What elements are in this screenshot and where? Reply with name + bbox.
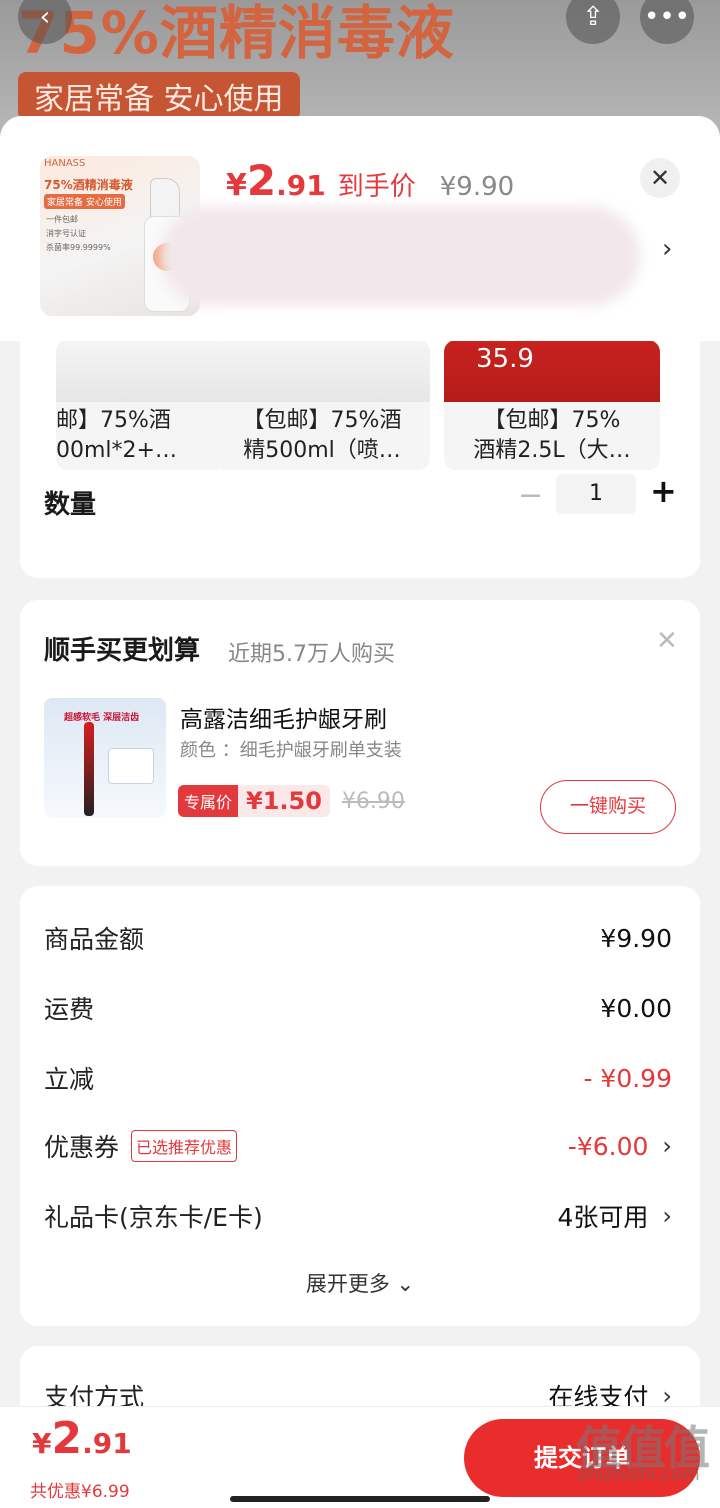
variant-option[interactable]: 【包邮】75%酒 精500ml（喷… [214, 340, 430, 470]
total-decimal: .91 [82, 1427, 132, 1460]
chevron-right-icon: › [662, 1202, 672, 1230]
redacted-address [160, 206, 640, 306]
summary-value: ¥9.90 [600, 923, 672, 953]
toothbrush-image[interactable]: 超感软毛 深层洁齿 [44, 698, 166, 818]
variant-label: 邮】75%酒 00ml*2+… [56, 408, 177, 463]
addon-title: 顺手买更划算 [44, 636, 201, 666]
variant-label: 【包邮】75% 酒精2.5L（大… [473, 408, 631, 463]
summary-label: 礼品卡(京东卡/E卡) [44, 1203, 263, 1232]
summary-value: -¥6.00 [567, 1131, 649, 1161]
summary-row-discount: 立减 - ¥0.99 [44, 1058, 672, 1098]
summary-row-giftcard[interactable]: 礼品卡(京东卡/E卡) 4张可用 › [44, 1196, 672, 1236]
more-icon[interactable]: ••• [640, 0, 694, 44]
price-integer: 2 [246, 156, 277, 205]
banner-title: 75%酒精消毒液 [18, 0, 455, 67]
thumb-title: 75%酒精消毒液 [44, 178, 133, 192]
thumb-bullet: 一件包邮 [46, 215, 78, 224]
summary-label: 运费 [44, 995, 95, 1024]
variant-image: 35.9 [444, 340, 660, 402]
variant-image [56, 340, 226, 402]
chevron-right-icon[interactable]: › [662, 234, 672, 264]
addon-price-row: 专属价 ¥1.50 ¥6.90 [178, 785, 405, 817]
exclusive-badge: 专属价 [178, 785, 239, 817]
thumb-brand: HANASS [44, 158, 86, 169]
quantity-input[interactable]: 1 [556, 474, 636, 514]
addon-card: 顺手买更划算 近期5.7万人购买 ✕ 超感软毛 深层洁齿 高露洁细毛护龈牙刷 颜… [20, 600, 700, 866]
thumb-chip: 家居常备 安心使用 [44, 194, 125, 209]
quantity-increase-button[interactable]: + [650, 472, 677, 510]
summary-value: - ¥0.99 [583, 1063, 672, 1093]
original-price: ¥9.90 [439, 172, 515, 202]
toothbrush-image-text: 超感软毛 深层洁齿 [64, 713, 140, 723]
variant-image [214, 340, 430, 402]
summary-row-shipping: 运费 ¥0.00 [44, 988, 672, 1028]
home-indicator[interactable] [230, 1496, 490, 1502]
summary-row-coupon[interactable]: 优惠券 已选推荐优惠 -¥6.00 › [44, 1126, 672, 1166]
watermark-url: zhizhizhi.com [578, 1464, 700, 1485]
thumb-bullet: 消字号认证 [46, 229, 86, 238]
addon-original-price: ¥6.90 [341, 788, 405, 814]
quantity-label: 数量 [44, 490, 97, 520]
summary-label: 立减 [44, 1065, 95, 1094]
price-row: ¥ 2 .91 到手价 ¥9.90 [226, 156, 514, 205]
banner-subtitle: 家居常备 安心使用 [18, 72, 300, 120]
variant-option[interactable]: 邮】75%酒 00ml*2+… [56, 340, 226, 470]
chevron-right-icon: › [662, 1132, 672, 1160]
variant-image-price: 35.9 [476, 344, 534, 374]
variant-option[interactable]: 35.9 【包邮】75% 酒精2.5L（大… [444, 340, 660, 470]
spray-nozzle [150, 178, 180, 218]
summary-value: 4张可用 [557, 1203, 649, 1232]
summary-row-goods: 商品金额 ¥9.90 [44, 918, 672, 958]
brush-pack-shape [108, 748, 154, 784]
total-price: ¥ 2 .91 [32, 1413, 132, 1464]
price-currency: ¥ [226, 168, 247, 203]
total-integer: 2 [51, 1413, 83, 1464]
total-savings: 共优惠¥6.99 [30, 1482, 130, 1502]
summary-label: 优惠券 [44, 1133, 120, 1162]
share-icon[interactable]: ⇪ [566, 0, 620, 44]
quantity-decrease-button[interactable]: − [518, 478, 543, 513]
addon-product-name[interactable]: 高露洁细毛护龈牙刷 [180, 700, 387, 734]
sheet-header: HANASS 75%酒精消毒液 家居常备 安心使用 一件包邮 消字号认证 杀菌率… [0, 116, 720, 341]
toothbrush-shape [84, 722, 94, 816]
one-click-buy-button[interactable]: 一键购买 [540, 780, 676, 834]
addon-product-color: 颜色 ：细毛护龈牙刷单支装 [180, 740, 402, 761]
variant-label: 【包邮】75%酒 精500ml（喷… [242, 408, 402, 463]
addon-price: ¥1.50 [238, 785, 330, 817]
thumb-bullet: 杀菌率99.9999% [46, 243, 111, 252]
expand-more-button[interactable]: 展开更多 ⌄ [20, 1268, 700, 1298]
summary-label: 商品金额 [44, 925, 145, 954]
variant-card: 邮】75%酒 00ml*2+… 【包邮】75%酒 精500ml（喷… 35.9 … [20, 316, 700, 578]
coupon-tag: 已选推荐优惠 [131, 1130, 238, 1162]
close-icon[interactable]: ✕ [640, 158, 680, 198]
final-price-label: 到手价 [337, 172, 416, 202]
addon-subtitle: 近期5.7万人购买 [228, 642, 395, 667]
price-decimal: .91 [276, 169, 326, 202]
total-currency: ¥ [32, 1427, 52, 1460]
close-icon[interactable]: ✕ [656, 626, 678, 656]
summary-value: ¥0.00 [600, 993, 672, 1023]
price-summary-card: 商品金额 ¥9.90 运费 ¥0.00 立减 - ¥0.99 优惠券 已选推荐优惠… [20, 886, 700, 1326]
order-sheet: HANASS 75%酒精消毒液 家居常备 安心使用 一件包邮 消字号认证 杀菌率… [0, 116, 720, 1416]
